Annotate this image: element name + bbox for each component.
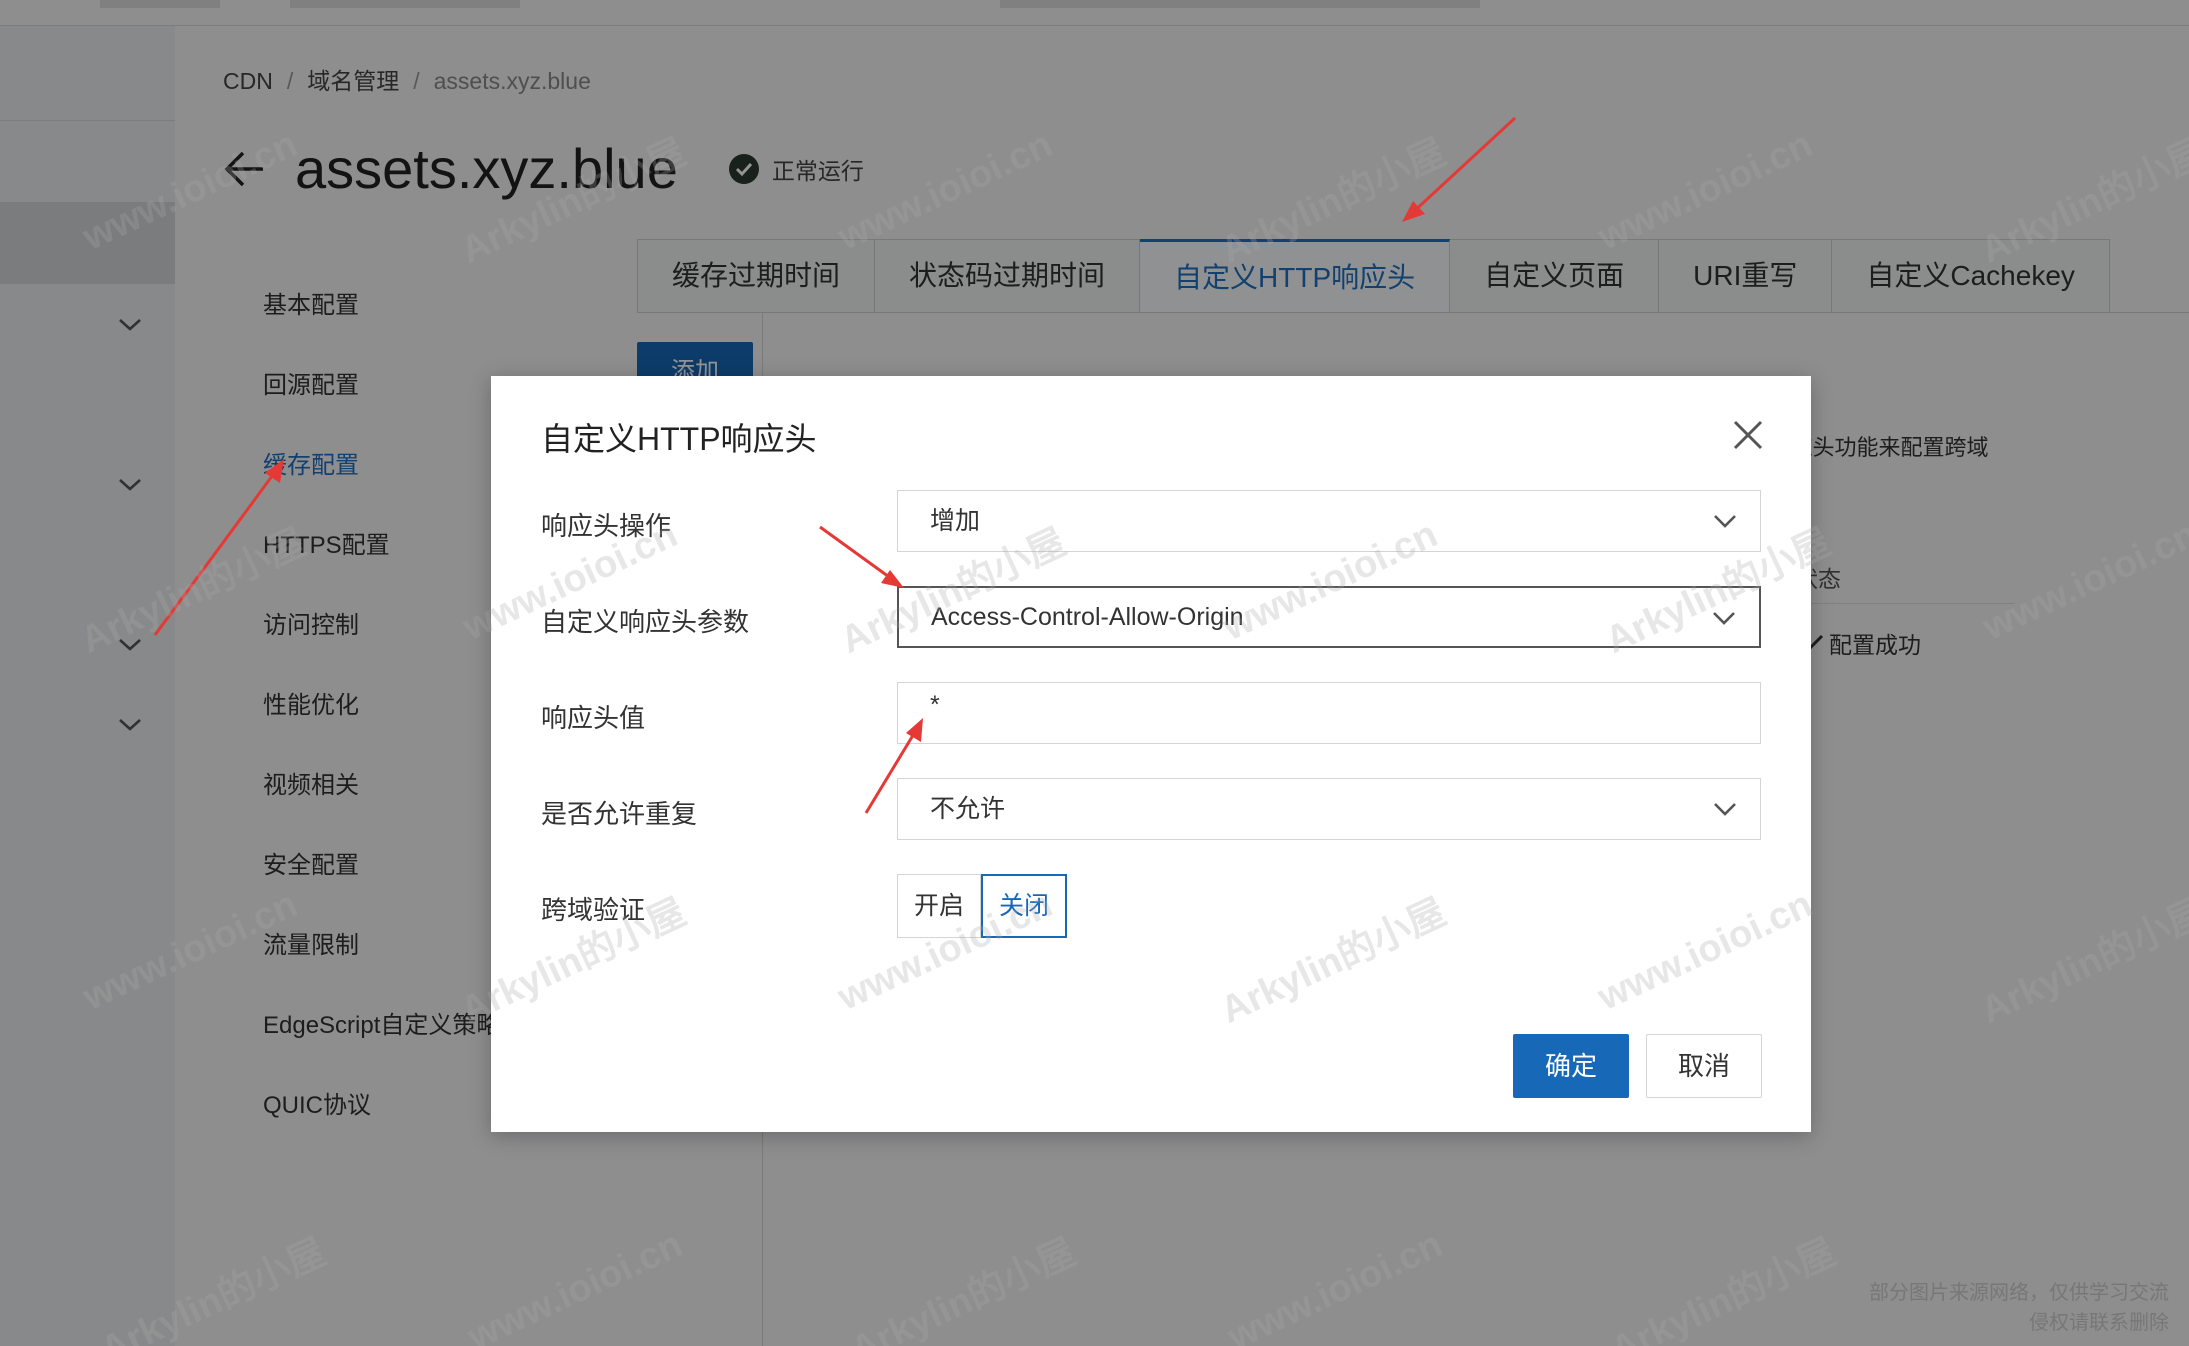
cors-off-button[interactable]: 关闭 [981,874,1068,938]
value-input[interactable]: * [897,682,1761,744]
copyright-notice: 部分图片来源网络，仅供学习交流 侵权请联系删除 [1869,1278,2169,1338]
chevron-down-icon [1713,612,1735,625]
dup-label: 是否允许重复 [541,799,698,829]
dup-select[interactable]: 不允许 [897,778,1761,840]
copyright-line-2: 侵权请联系删除 [2029,1312,2169,1334]
param-select[interactable]: Access-Control-Allow-Origin [897,586,1761,648]
chevron-down-icon [1714,515,1736,528]
op-select-value: 增加 [930,507,981,535]
cors-label: 跨域验证 [541,895,646,925]
cors-toggle: 开启 关闭 [897,874,1068,938]
param-label: 自定义响应头参数 [541,607,750,637]
chevron-down-icon [1714,803,1736,816]
dup-select-value: 不允许 [930,795,1006,823]
value-label: 响应头值 [541,703,646,733]
confirm-button[interactable]: 确定 [1513,1034,1629,1098]
op-select[interactable]: 增加 [897,490,1761,552]
dialog-title: 自定义HTTP响应头 [541,421,817,457]
custom-header-dialog: 自定义HTTP响应头 响应头操作 增加 自定义响应头参数 Access-Cont… [491,376,1811,1132]
cancel-button[interactable]: 取消 [1646,1034,1762,1098]
op-label: 响应头操作 [541,511,672,541]
close-icon[interactable] [1731,418,1765,452]
value-input-text: * [930,691,940,719]
copyright-line-1: 部分图片来源网络，仅供学习交流 [1869,1282,2169,1304]
param-select-value: Access-Control-Allow-Origin [931,603,1244,631]
cors-on-button[interactable]: 开启 [897,874,982,938]
